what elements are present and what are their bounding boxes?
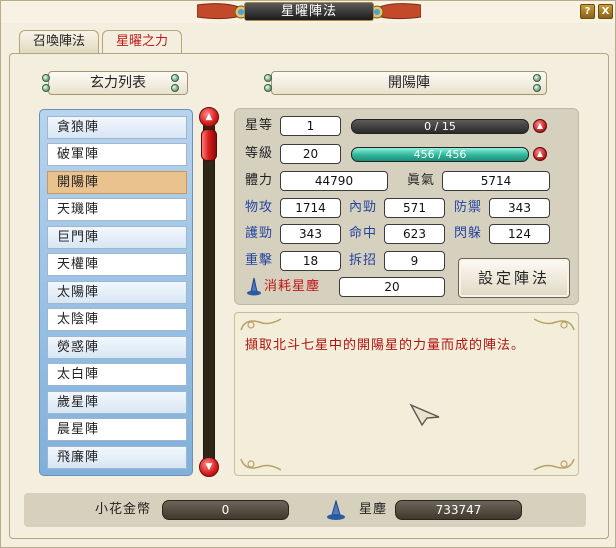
mp-value: 5714 — [442, 171, 550, 191]
list-item[interactable]: 貪狼陣 — [47, 116, 187, 139]
star-rank-value: 1 — [280, 116, 341, 136]
dodge-label: 閃躲 — [454, 226, 483, 241]
stud-icon — [42, 84, 50, 92]
coin-value: 0 — [162, 500, 289, 520]
list-item[interactable]: 飛廉陣 — [47, 446, 187, 469]
formation-description: 擷取北斗七星中的開陽星的力量而成的陣法。 — [245, 338, 526, 353]
stardust-icon — [327, 500, 345, 520]
magic-defense-label: 護勁 — [245, 226, 274, 241]
list-item[interactable]: 天璣陣 — [47, 198, 187, 221]
stardust-label: 星塵 — [359, 502, 388, 517]
list-item[interactable]: 晨星陣 — [47, 418, 187, 441]
stud-icon — [171, 84, 179, 92]
corner-ornament — [533, 318, 575, 331]
stud-icon — [264, 74, 272, 82]
magic-attack-value: 571 — [384, 198, 445, 218]
critical-value: 18 — [280, 251, 341, 271]
corner-ornament — [240, 318, 282, 331]
scroll-up-icon[interactable]: ▲ — [199, 107, 219, 127]
hit-value: 623 — [384, 224, 445, 244]
formation-header-label: 開陽陣 — [388, 75, 430, 91]
stats-panel: 星等 1 0 / 15 ▲ 等級 20 456 / 456 ▲ 體力 44790… — [234, 108, 579, 305]
stardust-cost-value: 20 — [339, 277, 445, 297]
list-header-label: 玄力列表 — [90, 75, 146, 91]
stud-icon — [533, 74, 541, 82]
upgrade-star-icon[interactable]: ▲ — [533, 119, 547, 133]
tab-summon-formation[interactable]: 召喚陣法 — [19, 30, 99, 54]
list-item[interactable]: 天權陣 — [47, 253, 187, 276]
list-scrollbar[interactable]: ▲ ▼ — [198, 107, 220, 479]
critical-label: 重擊 — [245, 253, 274, 268]
stardust-icon — [247, 277, 261, 296]
corner-ornament — [240, 458, 282, 471]
magic-defense-value: 343 — [280, 224, 341, 244]
list-item[interactable]: 巨門陣 — [47, 226, 187, 249]
mouse-cursor-icon — [409, 403, 440, 427]
physical-attack-value: 1714 — [280, 198, 341, 218]
tab-star-power[interactable]: 星曜之力 — [102, 30, 182, 54]
star-progress-text: 0 / 15 — [424, 120, 456, 133]
scrollbar-rail[interactable] — [203, 121, 215, 465]
hit-label: 命中 — [349, 226, 378, 241]
mp-label: 眞氣 — [407, 173, 436, 188]
defense-label: 防禦 — [454, 200, 483, 215]
level-progress-bar: 456 / 456 — [351, 147, 529, 162]
magic-attack-label: 內勁 — [349, 200, 378, 215]
level-label: 等級 — [245, 146, 274, 161]
list-item[interactable]: 太陰陣 — [47, 308, 187, 331]
star-progress-bar: 0 / 15 — [351, 119, 529, 134]
title-bar[interactable]: 星曜陣法 ? X — [1, 1, 615, 23]
formation-header: 開陽陣 — [271, 71, 547, 95]
help-icon[interactable]: ? — [580, 4, 595, 19]
description-panel: 擷取北斗七星中的開陽星的力量而成的陣法。 — [234, 312, 579, 476]
star-rank-label: 星等 — [245, 118, 274, 133]
stardust-value: 733747 — [395, 500, 522, 520]
defense-value: 343 — [489, 198, 550, 218]
parry-label: 拆招 — [349, 253, 378, 268]
scrollbar-thumb[interactable] — [201, 129, 217, 161]
list-item[interactable]: 歲星陣 — [47, 391, 187, 414]
list-item[interactable]: 太陽陣 — [47, 281, 187, 304]
list-item[interactable]: 熒惑陣 — [47, 336, 187, 359]
stud-icon — [42, 74, 50, 82]
hp-value: 44790 — [280, 171, 388, 191]
stud-icon — [264, 84, 272, 92]
scroll-down-icon[interactable]: ▼ — [199, 457, 219, 477]
star-formation-window: 星曜陣法 ? X 召喚陣法 星曜之力 玄力列表 開陽陣 貪狼陣 破軍陣 開陽陣 … — [0, 0, 616, 548]
set-formation-button[interactable]: 設定陣法 — [458, 258, 570, 298]
upgrade-level-icon[interactable]: ▲ — [533, 147, 547, 161]
dodge-value: 124 — [489, 224, 550, 244]
list-item[interactable]: 太白陣 — [47, 363, 187, 386]
corner-ornament — [533, 458, 575, 471]
physical-attack-label: 物攻 — [245, 200, 274, 215]
list-item[interactable]: 破軍陣 — [47, 143, 187, 166]
level-value: 20 — [280, 144, 341, 164]
list-item-selected[interactable]: 開陽陣 — [47, 171, 187, 194]
window-title: 星曜陣法 — [244, 2, 374, 21]
stud-icon — [533, 84, 541, 92]
coin-label: 小花金幣 — [95, 502, 152, 517]
close-icon[interactable]: X — [598, 4, 613, 19]
stud-icon — [171, 74, 179, 82]
formation-list: 貪狼陣 破軍陣 開陽陣 天璣陣 巨門陣 天權陣 太陽陣 太陰陣 熒惑陣 太白陣 … — [39, 109, 193, 476]
level-progress-text: 456 / 456 — [413, 148, 467, 161]
currency-bar: 小花金幣 0 星塵 733747 — [24, 493, 586, 527]
stardust-cost-label: 消耗星塵 — [264, 279, 321, 294]
hp-label: 體力 — [245, 173, 274, 188]
list-header: 玄力列表 — [48, 71, 188, 95]
parry-value: 9 — [384, 251, 445, 271]
